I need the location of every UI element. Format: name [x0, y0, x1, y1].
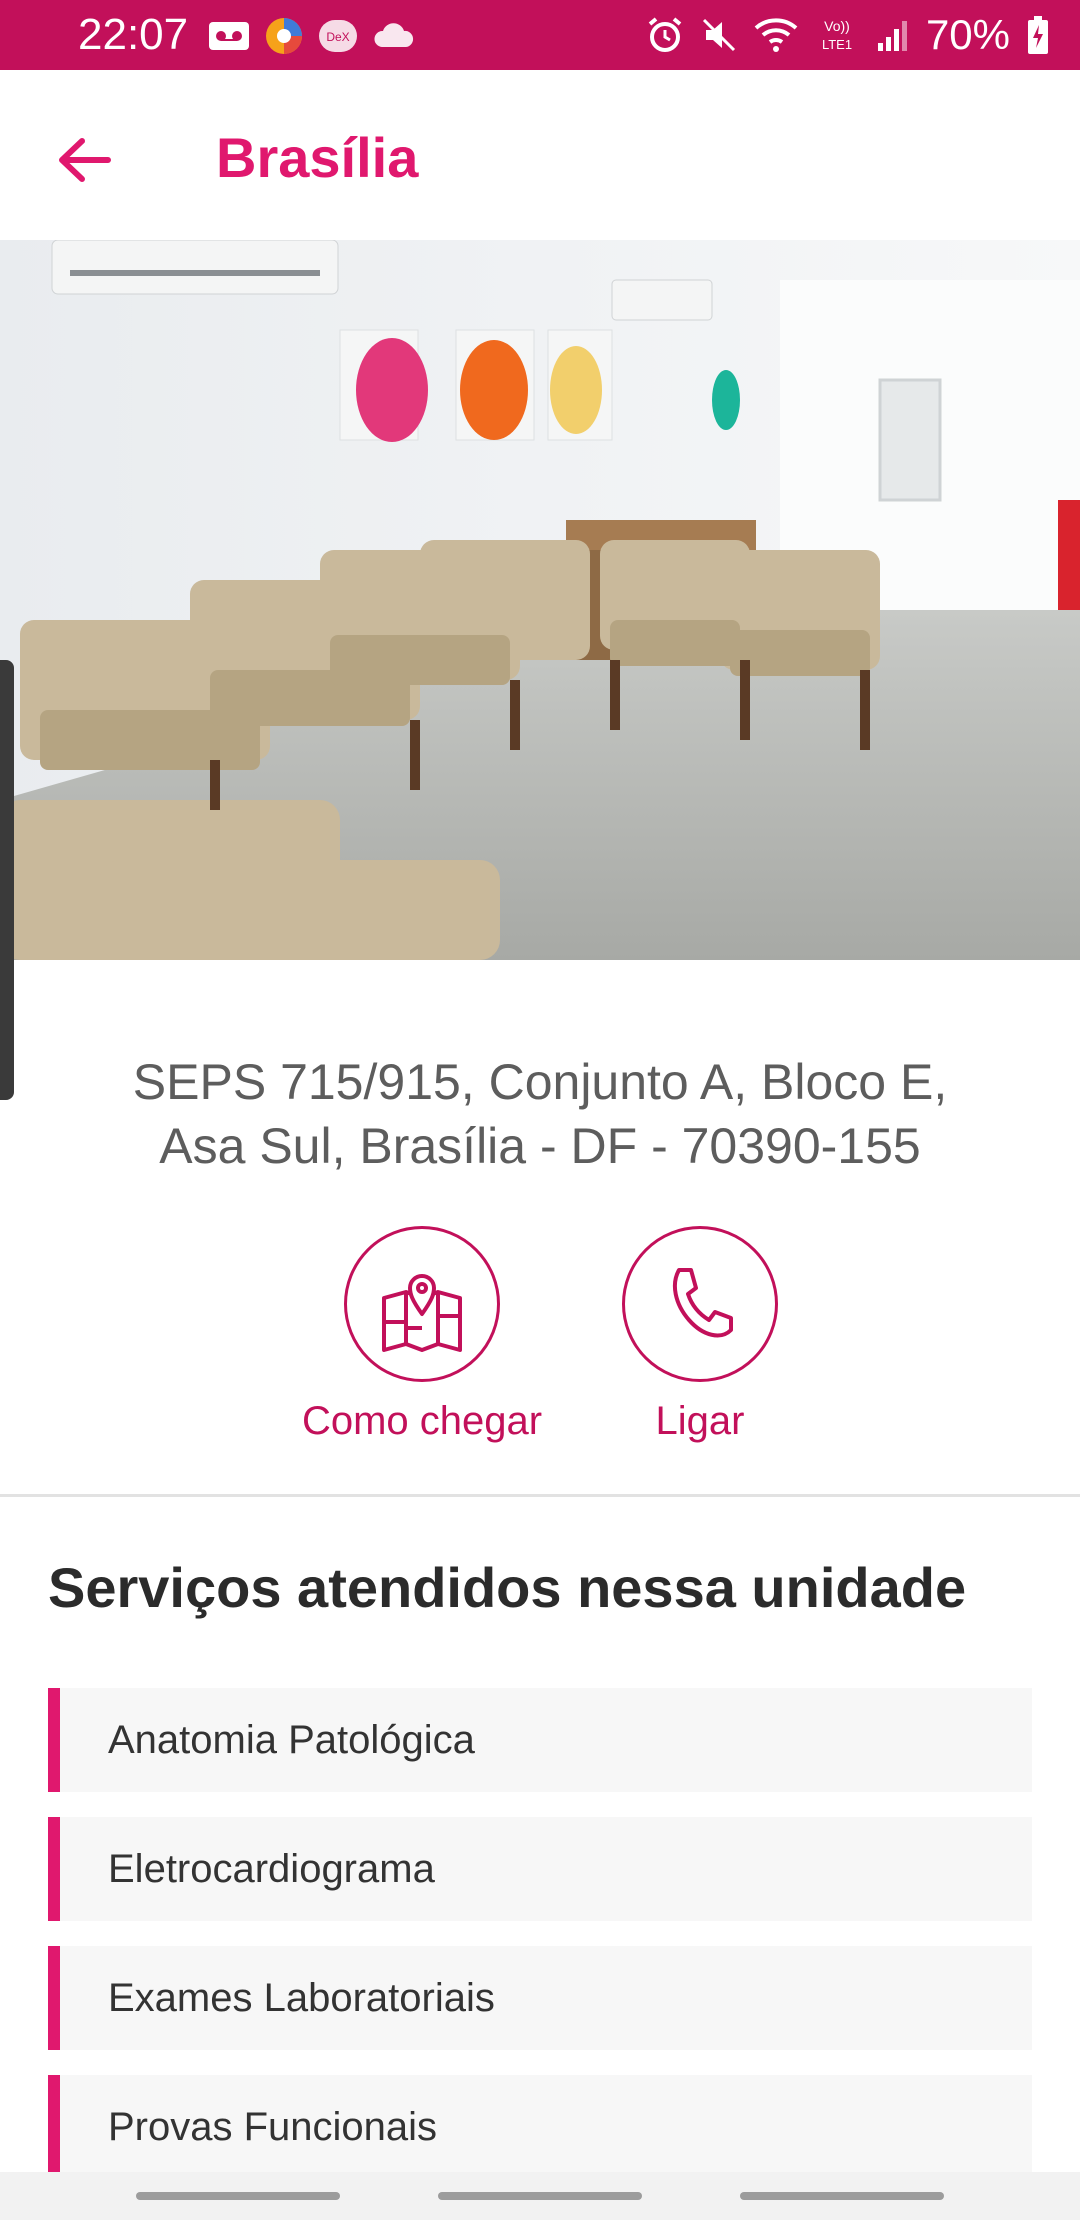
dex-icon: DeX	[319, 20, 357, 52]
battery-percent: 70%	[925, 11, 1010, 58]
nav-home-handle[interactable]	[438, 2192, 642, 2200]
battery-icon	[1028, 16, 1048, 54]
services-list: Anatomia Patológica Eletrocardiograma Ex…	[48, 1688, 1032, 2204]
unit-photo	[0, 240, 1080, 960]
map-pin-icon	[382, 1274, 462, 1352]
call-button[interactable]: Ligar	[570, 1226, 830, 1446]
svg-text:DeX: DeX	[326, 30, 349, 44]
signal-icon	[877, 21, 907, 51]
page-title: Brasília	[216, 126, 419, 189]
unit-address: SEPS 715/915, Conjunto A, Bloco E, Asa S…	[60, 1050, 1020, 1178]
navigation-bar	[0, 2172, 1080, 2220]
services-title: Serviços atendidos nessa unidade	[48, 1556, 967, 1619]
address-line-1: SEPS 715/915, Conjunto A, Bloco E,	[132, 1054, 948, 1110]
service-label: Anatomia Patológica	[108, 1718, 475, 1762]
service-item[interactable]: Provas Funcionais	[48, 2075, 1032, 2179]
cloud-icon	[374, 23, 414, 47]
svg-text:Vo)): Vo))	[824, 18, 850, 34]
system-icons: Vo)) LTE1 70%	[646, 10, 1050, 60]
call-label: Ligar	[655, 1399, 745, 1443]
phone-icon	[672, 1268, 733, 1338]
nav-back-handle[interactable]	[740, 2192, 944, 2200]
wifi-icon	[754, 18, 798, 52]
notification-icons: DeX	[208, 16, 416, 56]
voicemail-icon	[209, 22, 249, 50]
service-item[interactable]: Exames Laboratoriais	[48, 1946, 1032, 2050]
call-circle[interactable]	[622, 1226, 778, 1382]
section-divider	[0, 1494, 1080, 1497]
svg-text:LTE1: LTE1	[822, 37, 852, 52]
status-bar: 22:07 DeX Vo)) LTE1 70%	[0, 0, 1080, 70]
service-item[interactable]: Anatomia Patológica	[48, 1688, 1032, 1792]
volte-icon: Vo)) LTE1	[822, 18, 852, 52]
browser-icon	[266, 18, 302, 54]
directions-button[interactable]: Como chegar	[292, 1226, 552, 1446]
directions-circle[interactable]	[344, 1226, 500, 1382]
service-label: Provas Funcionais	[108, 2105, 438, 2149]
alarm-icon	[648, 17, 682, 52]
back-button[interactable]	[44, 120, 124, 200]
directions-label: Como chegar	[301, 1399, 543, 1443]
address-line-2: Asa Sul, Brasília - DF - 70390-155	[159, 1118, 921, 1174]
mute-icon	[702, 18, 735, 52]
app-bar: Brasília	[0, 70, 1080, 240]
service-label: Exames Laboratoriais	[108, 1976, 495, 2020]
service-label: Eletrocardiograma	[108, 1847, 435, 1891]
edge-panel-handle[interactable]	[0, 660, 14, 1100]
nav-recents-handle[interactable]	[136, 2192, 340, 2200]
arrow-left-icon	[59, 138, 111, 182]
service-item[interactable]: Eletrocardiograma	[48, 1817, 1032, 1921]
status-time: 22:07	[78, 10, 189, 59]
